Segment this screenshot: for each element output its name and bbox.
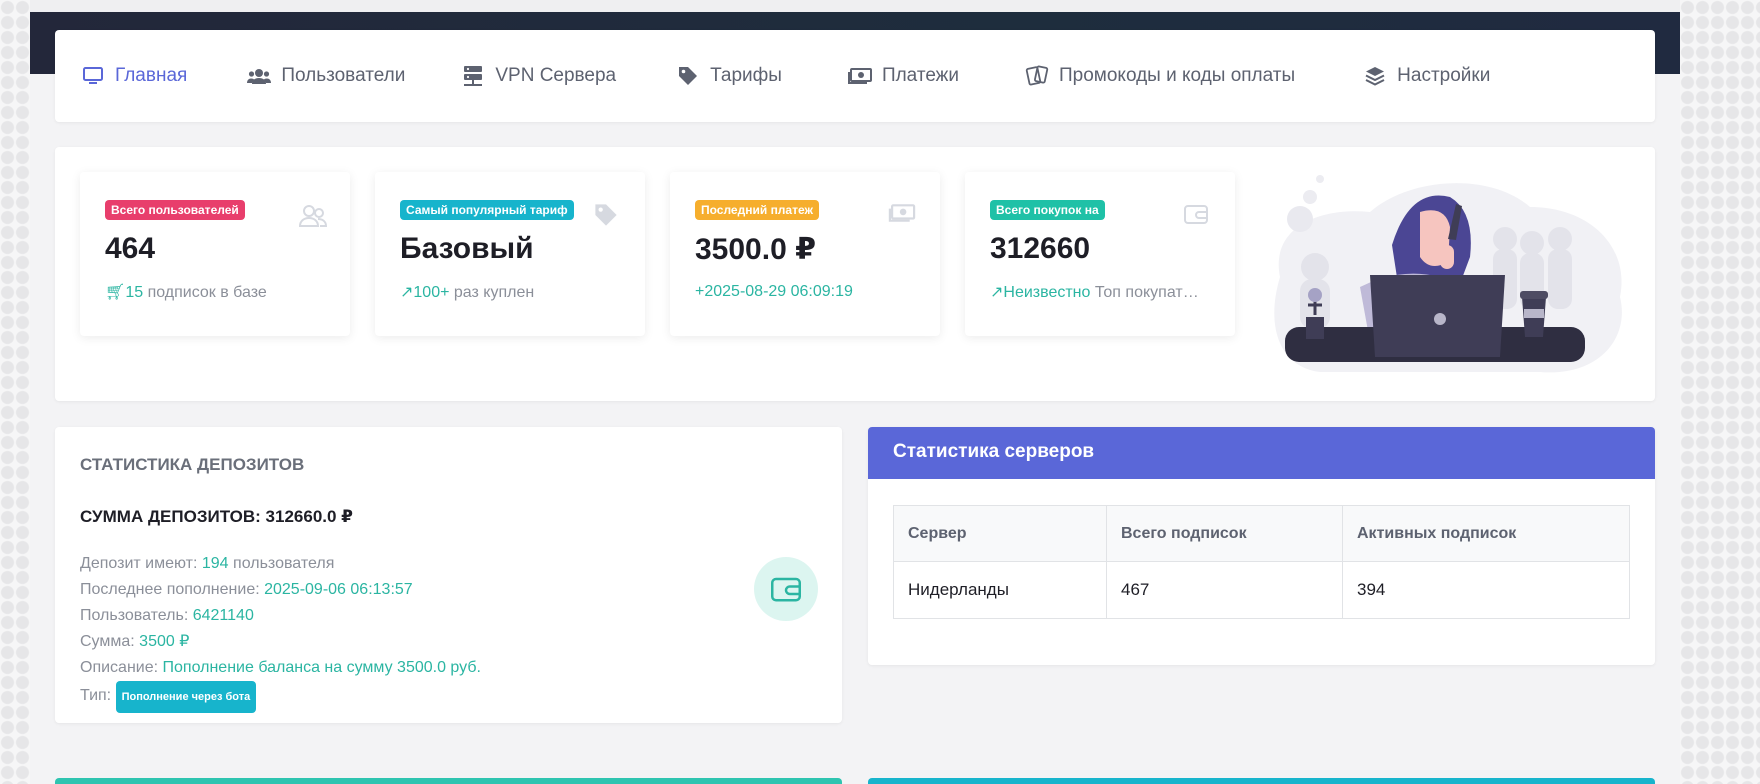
deposit-amount-value: 3500 ₽	[139, 633, 190, 650]
nav-item-label: Промокоды и коды оплаты	[1059, 65, 1296, 86]
stat-card-total-purchases: Всего покупок на 312660 ↗Неизвестно Топ …	[965, 172, 1235, 336]
cards-icon	[1025, 64, 1049, 88]
nav-item-users[interactable]: Пользователи	[247, 64, 405, 88]
column-header-server: Сервер	[893, 505, 1107, 562]
trend-up-icon: ↗	[990, 284, 1004, 301]
stat-sub-highlight: 100+	[413, 284, 450, 301]
stat-value: 312660	[990, 232, 1091, 265]
deposit-holders-suffix: пользователя	[233, 555, 335, 572]
deposit-last-value: 2025-09-06 06:13:57	[264, 581, 413, 598]
nav-item-label: Пользователи	[281, 65, 406, 86]
background-pattern-left	[0, 0, 30, 784]
stat-value: 464	[105, 232, 156, 265]
stat-value: Базовый	[400, 232, 534, 265]
money-icon	[847, 64, 872, 88]
cart-icon: 🛒︎	[105, 284, 126, 301]
column-header-active: Активных подписок	[1342, 505, 1630, 562]
nav-item-label: Тарифы	[710, 65, 782, 86]
stat-sub: ↗100+ раз куплен	[400, 282, 620, 302]
stat-sub-highlight: Неизвестно	[1003, 284, 1091, 301]
stat-card-last-payment: Последний платеж 3500.0 ₽ +2025-08-29 06…	[670, 172, 940, 336]
stat-sub-text: Топ покупат…	[1094, 284, 1199, 301]
deposit-last-line: Последнее пополнение: 2025-09-06 06:13:5…	[80, 577, 817, 603]
stat-sub-text: раз куплен	[453, 284, 535, 301]
deposit-user-label: Пользователь:	[80, 607, 189, 624]
tag-icon	[593, 202, 623, 228]
deposit-last-label: Последнее пополнение:	[80, 581, 260, 598]
users-icon	[298, 202, 328, 228]
deposit-desc-value: Пополнение баланса на сумму 3500.0 руб.	[162, 659, 481, 676]
deposit-type-badge: Пополнение через бота	[115, 681, 257, 713]
deposit-user-line: Пользователь: 6421140	[80, 603, 817, 629]
table-header-row: Сервер Всего подписок Активных подписок	[893, 505, 1630, 562]
nav-item-label: Платежи	[881, 65, 959, 86]
stat-sub: +2025-08-29 06:09:19	[695, 283, 915, 301]
deposit-user-value: 6421140	[192, 607, 254, 624]
deposit-desc-label: Описание:	[80, 659, 159, 676]
stats-overview-card: Всего пользователей 464 🛒︎15 подписок в …	[55, 147, 1655, 401]
stat-value: 3500.0 ₽	[695, 233, 816, 266]
monitor-icon	[81, 64, 105, 88]
nav-item-label: Настройки	[1397, 65, 1491, 86]
stat-sub-highlight: 15	[125, 284, 144, 301]
deposit-stats-card: СТАТИСТИКА ДЕПОЗИТОВ СУММА ДЕПОЗИТОВ: 31…	[55, 427, 842, 723]
bottom-card-right-edge	[868, 778, 1655, 784]
table-row: Нидерланды 467 394	[893, 561, 1630, 619]
stat-sub: ↗Неизвестно Топ покупат…	[990, 282, 1210, 302]
nav-item-tariffs[interactable]: Тарифы	[676, 64, 782, 88]
cell-server: Нидерланды	[893, 561, 1107, 619]
stat-badge: Самый популярный тариф	[400, 200, 574, 220]
bottom-card-left-edge	[55, 778, 842, 784]
deposit-details: Депозит имеют: 194 пользователя Последне…	[80, 551, 817, 713]
stat-card-total-users: Всего пользователей 464 🛒︎15 подписок в …	[80, 172, 350, 336]
column-header-total: Всего подписок	[1106, 505, 1343, 562]
stat-badge: Последний платеж	[695, 200, 820, 220]
deposit-holders-count: 194	[201, 555, 229, 572]
deposit-title: СТАТИСТИКА ДЕПОЗИТОВ	[80, 455, 305, 474]
nav-item-payments[interactable]: Платежи	[847, 64, 959, 88]
deposit-holders-label: Депозит имеют:	[80, 555, 198, 572]
deposit-type-label: Тип:	[80, 687, 112, 704]
deposit-type-line: Тип: Пополнение через бота	[80, 681, 817, 713]
wallet-icon	[754, 557, 818, 621]
server-stats-title: Статистика серверов	[868, 427, 1655, 479]
wallet-icon	[1183, 202, 1213, 228]
server-icon	[461, 64, 485, 88]
nav-item-label: VPN Сервера	[495, 65, 617, 86]
deposit-amount-line: Сумма: 3500 ₽	[80, 629, 817, 655]
cell-total: 467	[1106, 561, 1343, 619]
stat-badge: Всего покупок на	[990, 200, 1105, 220]
cell-active: 394	[1342, 561, 1630, 619]
deposit-sum: СУММА ДЕПОЗИТОВ: 312660.0 ₽	[80, 507, 354, 526]
stat-sub-text: подписок в базе	[147, 284, 267, 301]
deposit-desc-line: Описание: Пополнение баланса на сумму 35…	[80, 655, 817, 681]
users-icon	[247, 64, 272, 88]
deposit-holders-line: Депозит имеют: 194 пользователя	[80, 551, 817, 577]
server-stats-card: Статистика серверов Сервер Всего подписо…	[868, 427, 1655, 665]
nav-item-home[interactable]: Главная	[81, 64, 187, 88]
nav-item-promocodes[interactable]: Промокоды и коды оплаты	[1025, 64, 1295, 88]
money-icon	[888, 202, 918, 228]
stat-sub: 🛒︎15 подписок в базе	[105, 282, 325, 302]
main-navigation: Главная Пользователи VPN Сервера Тарифы …	[55, 30, 1655, 122]
trend-up-icon: ↗	[400, 284, 414, 301]
app-container: Главная Пользователи VPN Сервера Тарифы …	[30, 12, 1680, 784]
deposit-amount-label: Сумма:	[80, 633, 135, 650]
server-stats-table: Сервер Всего подписок Активных подписок …	[893, 505, 1630, 619]
tag-icon	[676, 64, 700, 88]
woman-laptop-illustration	[1274, 175, 1622, 373]
stat-card-popular-tariff: Самый популярный тариф Базовый ↗100+ раз…	[375, 172, 645, 336]
nav-item-vpn-servers[interactable]: VPN Сервера	[461, 64, 616, 88]
nav-item-label: Главная	[115, 65, 188, 86]
layers-icon	[1363, 64, 1387, 88]
plus-icon: +	[695, 283, 705, 300]
background-pattern-right	[1680, 0, 1760, 784]
nav-item-settings[interactable]: Настройки	[1363, 64, 1490, 88]
stat-badge: Всего пользователей	[105, 200, 245, 220]
stat-sub-highlight: 2025-08-29 06:09:19	[704, 283, 853, 300]
